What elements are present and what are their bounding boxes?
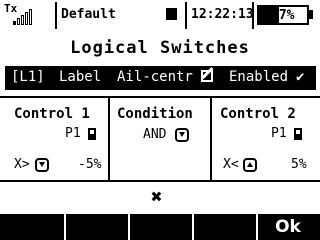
battery-tip [309, 10, 313, 19]
page-title: Logical Switches [70, 38, 250, 58]
softkey-divider [192, 214, 194, 240]
control1-header: Control 1 [14, 106, 90, 122]
logical-switch-row[interactable]: [L1] Label Ail-centr Enabled ✔ [5, 66, 316, 90]
battery-percent: 57% [271, 8, 295, 23]
control1-source[interactable]: P1 [65, 126, 81, 141]
status-divider [252, 2, 254, 29]
softkey-divider [128, 214, 130, 240]
status-divider [55, 2, 57, 29]
condition-value[interactable]: AND [143, 127, 166, 142]
grid-bottom-line [0, 180, 320, 182]
control1-value[interactable]: -5% [78, 157, 101, 172]
battery-indicator: 57% [257, 5, 309, 25]
edit-icon[interactable] [201, 70, 213, 82]
chevron-down-icon[interactable] [175, 128, 189, 142]
control1-compare: X> [14, 157, 30, 172]
control2-compare: X< [223, 157, 239, 172]
control2-value[interactable]: 5% [291, 157, 307, 172]
ok-button[interactable]: Ok [258, 216, 318, 238]
column-divider [108, 97, 110, 180]
label-key: Label [59, 69, 102, 85]
control2-source[interactable]: P1 [271, 126, 287, 141]
close-icon[interactable]: ✖ [151, 186, 162, 208]
control2-header: Control 2 [220, 106, 296, 122]
softkey-divider [64, 214, 66, 240]
clock-time: 12:22:13 [191, 7, 254, 22]
model-name: Default [61, 7, 116, 22]
enabled-state[interactable]: Enabled [229, 69, 288, 85]
condition-header: Condition [117, 106, 193, 122]
status-divider [185, 2, 187, 29]
stop-icon [166, 8, 177, 20]
chevron-down-icon[interactable] [35, 158, 49, 172]
grid-top-line [0, 96, 320, 98]
signal-strength-icon [13, 9, 35, 25]
switch-id: [L1] [11, 69, 45, 85]
slider-icon [88, 128, 96, 140]
chevron-up-icon[interactable] [243, 158, 257, 172]
slider-icon [294, 128, 302, 140]
column-divider [210, 97, 212, 180]
check-icon[interactable]: ✔ [296, 69, 304, 85]
label-value[interactable]: Ail-centr [117, 69, 193, 85]
